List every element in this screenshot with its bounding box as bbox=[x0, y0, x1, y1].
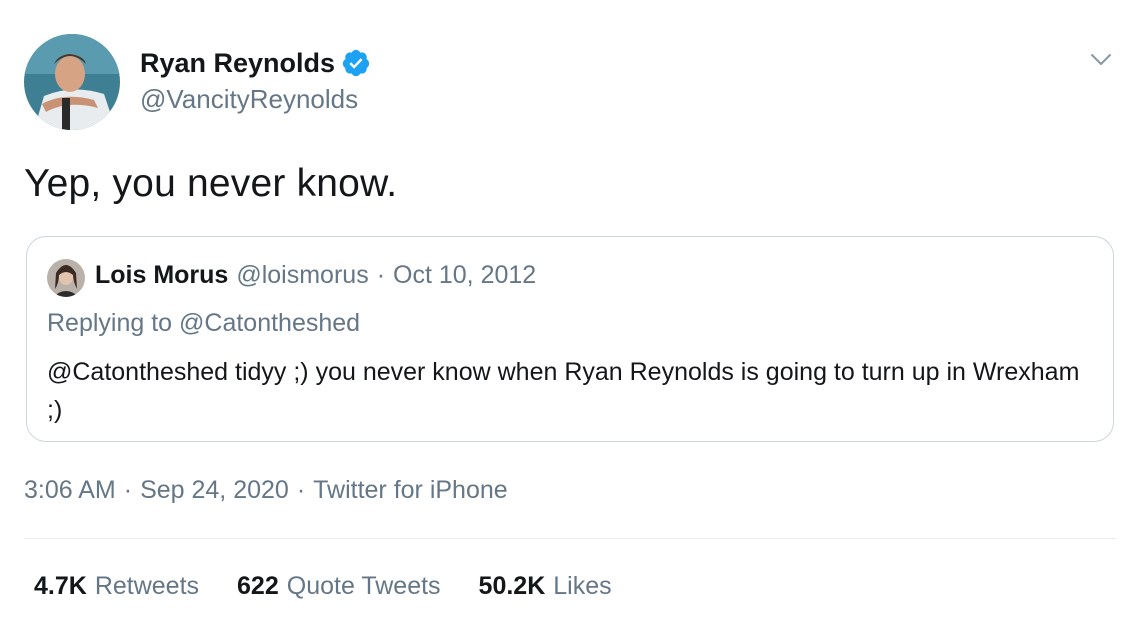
verified-badge-icon bbox=[341, 48, 371, 78]
quoted-author-name[interactable]: Lois Morus bbox=[95, 261, 228, 290]
quote-tweets-label: Quote Tweets bbox=[286, 572, 441, 600]
retweets-stat[interactable]: 4.7K Retweets bbox=[34, 572, 199, 601]
likes-stat[interactable]: 50.2K Likes bbox=[479, 572, 612, 601]
quoted-tweet-text: @Catontheshed tidyy ;) you never know wh… bbox=[47, 358, 1080, 424]
quoted-author-avatar[interactable] bbox=[47, 259, 85, 297]
author-name-row: Ryan Reynolds bbox=[140, 44, 371, 82]
tweet-text: Yep, you never know. bbox=[24, 162, 398, 205]
likes-label: Likes bbox=[553, 572, 612, 600]
author-name[interactable]: Ryan Reynolds bbox=[140, 48, 335, 79]
retweets-label: Retweets bbox=[94, 572, 200, 600]
chevron-down-icon[interactable] bbox=[1088, 46, 1114, 72]
quoted-tweet-date[interactable]: Oct 10, 2012 bbox=[393, 261, 536, 290]
engagement-stats: 4.7K Retweets 622 Quote Tweets 50.2K Lik… bbox=[34, 572, 612, 601]
author-avatar[interactable] bbox=[24, 34, 120, 130]
quoted-author-handle[interactable]: @loismorus bbox=[236, 261, 368, 290]
tweet-meta: 3:06 AM · Sep 24, 2020 · Twitter for iPh… bbox=[24, 476, 508, 505]
retweets-count: 4.7K bbox=[34, 572, 87, 600]
tweet-time[interactable]: 3:06 AM bbox=[24, 476, 116, 505]
likes-count: 50.2K bbox=[478, 572, 546, 600]
quote-tweets-stat[interactable]: 622 Quote Tweets bbox=[237, 572, 441, 601]
meta-separator: · bbox=[123, 476, 133, 504]
quote-tweets-count: 622 bbox=[237, 572, 279, 600]
replying-to-label: Replying to @Catontheshed bbox=[47, 309, 361, 337]
author-handle[interactable]: @VancityReynolds bbox=[140, 84, 358, 115]
tweet-source[interactable]: Twitter for iPhone bbox=[313, 476, 508, 505]
quoted-tweet-header: Lois Morus @loismorus · Oct 10, 2012 bbox=[95, 261, 536, 290]
meta-separator: · bbox=[296, 476, 306, 504]
quoted-header-separator: · bbox=[376, 261, 386, 289]
divider bbox=[24, 538, 1116, 539]
tweet-date[interactable]: Sep 24, 2020 bbox=[140, 476, 289, 505]
quoted-tweet-card[interactable]: Lois Morus @loismorus · Oct 10, 2012 Rep… bbox=[26, 236, 1114, 442]
